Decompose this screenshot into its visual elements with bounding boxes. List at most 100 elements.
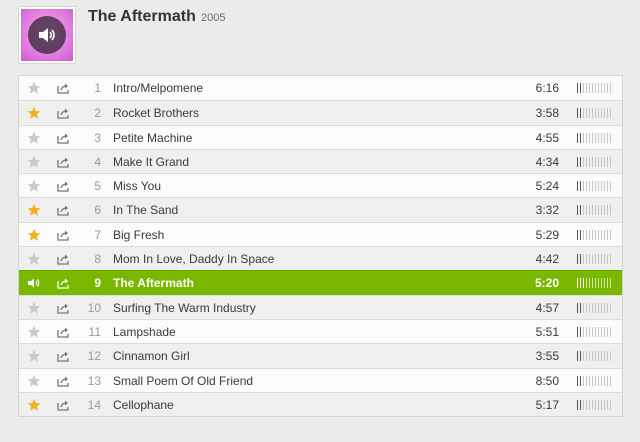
star-icon[interactable]	[27, 131, 41, 145]
share-icon[interactable]	[57, 156, 70, 168]
popularity-tick	[610, 326, 611, 337]
popularity-tick	[604, 254, 605, 265]
track-duration: 5:24	[535, 179, 559, 194]
track-row[interactable]: 12 Cinnamon Girl 3:55	[19, 343, 622, 368]
popularity-tick	[607, 156, 608, 167]
popularity-tick	[601, 83, 602, 93]
popularity-tick	[604, 229, 605, 240]
popularity-tick	[595, 205, 596, 216]
share-icon[interactable]	[57, 107, 70, 119]
track-number: 6	[94, 203, 101, 218]
popularity-tick	[607, 108, 608, 119]
popularity-tick	[601, 108, 602, 119]
star-icon[interactable]	[27, 325, 41, 339]
track-number: 8	[94, 252, 101, 267]
popularity-bar	[577, 229, 613, 240]
popularity-tick	[580, 278, 581, 289]
speaker-icon[interactable]	[28, 16, 66, 54]
track-row[interactable]: 11 Lampshade 5:51	[19, 318, 622, 344]
popularity-tick	[580, 302, 581, 313]
popularity-tick	[607, 181, 608, 192]
popularity-bar	[577, 302, 613, 313]
popularity-tick	[586, 156, 587, 167]
track-number: 9	[94, 276, 101, 291]
share-icon[interactable]	[57, 375, 70, 387]
album-cover[interactable]	[18, 6, 76, 64]
popularity-bar	[577, 132, 613, 143]
album-title: The Aftermath	[88, 8, 196, 25]
track-row[interactable]: 14 Cellophane 5:17	[19, 391, 622, 417]
popularity-tick	[577, 108, 578, 119]
share-icon[interactable]	[57, 277, 70, 290]
star-icon[interactable]	[27, 374, 41, 388]
popularity-tick	[601, 302, 602, 313]
popularity-tick	[607, 83, 608, 93]
track-number: 1	[94, 81, 101, 95]
popularity-tick	[580, 399, 581, 410]
track-duration: 4:57	[535, 300, 559, 315]
popularity-tick	[595, 229, 596, 240]
share-icon[interactable]	[57, 229, 70, 241]
track-duration: 5:51	[535, 324, 559, 339]
star-icon[interactable]	[27, 179, 41, 193]
star-icon[interactable]	[27, 203, 41, 217]
popularity-tick	[577, 132, 578, 143]
star-icon[interactable]	[27, 106, 41, 120]
popularity-tick	[580, 132, 581, 143]
track-row[interactable]: 5 Miss You 5:24	[19, 173, 622, 198]
star-icon[interactable]	[27, 398, 41, 412]
popularity-tick	[595, 326, 596, 337]
share-icon[interactable]	[57, 132, 70, 144]
share-icon[interactable]	[57, 253, 70, 265]
star-icon[interactable]	[27, 252, 41, 266]
popularity-tick	[589, 375, 590, 386]
popularity-tick	[580, 205, 581, 216]
share-icon[interactable]	[57, 82, 70, 94]
track-name: Petite Machine	[113, 130, 193, 145]
popularity-tick	[601, 375, 602, 386]
popularity-bar	[577, 351, 613, 362]
track-number: 11	[88, 324, 101, 339]
track-row[interactable]: 3 Petite Machine 4:55	[19, 124, 622, 149]
star-icon[interactable]	[27, 228, 41, 242]
track-row[interactable]: 1 Intro/Melpomene 6:16	[19, 76, 622, 101]
share-icon[interactable]	[57, 180, 70, 192]
popularity-tick	[601, 132, 602, 143]
track-row[interactable]: 4 Make It Grand 4:34	[19, 148, 622, 174]
track-row[interactable]: 6 In The Sand 3:32	[19, 197, 622, 222]
track-row[interactable]: 7 Big Fresh 5:29	[19, 221, 622, 247]
popularity-tick	[586, 254, 587, 265]
popularity-tick	[610, 156, 611, 167]
popularity-bar	[577, 375, 613, 386]
track-row[interactable]: 9 The Aftermath 5:20	[19, 270, 622, 295]
star-icon[interactable]	[27, 81, 41, 95]
star-icon[interactable]	[27, 301, 41, 315]
popularity-tick	[610, 375, 611, 386]
track-row[interactable]: 2 Rocket Brothers 3:58	[19, 100, 622, 125]
popularity-tick	[601, 254, 602, 265]
track-number: 2	[94, 106, 101, 121]
share-icon[interactable]	[57, 399, 70, 411]
star-icon[interactable]	[27, 155, 41, 169]
popularity-tick	[601, 399, 602, 410]
share-icon[interactable]	[57, 326, 70, 338]
track-number: 10	[87, 300, 101, 315]
share-icon[interactable]	[57, 204, 70, 217]
track-row[interactable]: 13 Small Poem Of Old Friend 8:50	[19, 367, 622, 392]
popularity-bar	[577, 399, 613, 410]
popularity-tick	[589, 108, 590, 119]
track-duration: 4:34	[535, 154, 559, 169]
popularity-tick	[589, 181, 590, 192]
popularity-tick	[577, 205, 578, 216]
share-icon[interactable]	[57, 302, 70, 314]
track-name: The Aftermath	[113, 276, 194, 291]
popularity-tick	[610, 83, 611, 93]
track-row[interactable]: 10 Surfing The Warm Industry 4:57	[19, 294, 622, 319]
popularity-tick	[583, 132, 584, 143]
popularity-tick	[601, 278, 602, 289]
share-icon[interactable]	[57, 350, 70, 362]
popularity-tick	[598, 156, 599, 167]
star-icon[interactable]	[27, 349, 41, 363]
track-row[interactable]: 8 Mom In Love, Daddy In Space 4:42	[19, 246, 622, 271]
popularity-tick	[610, 132, 611, 143]
